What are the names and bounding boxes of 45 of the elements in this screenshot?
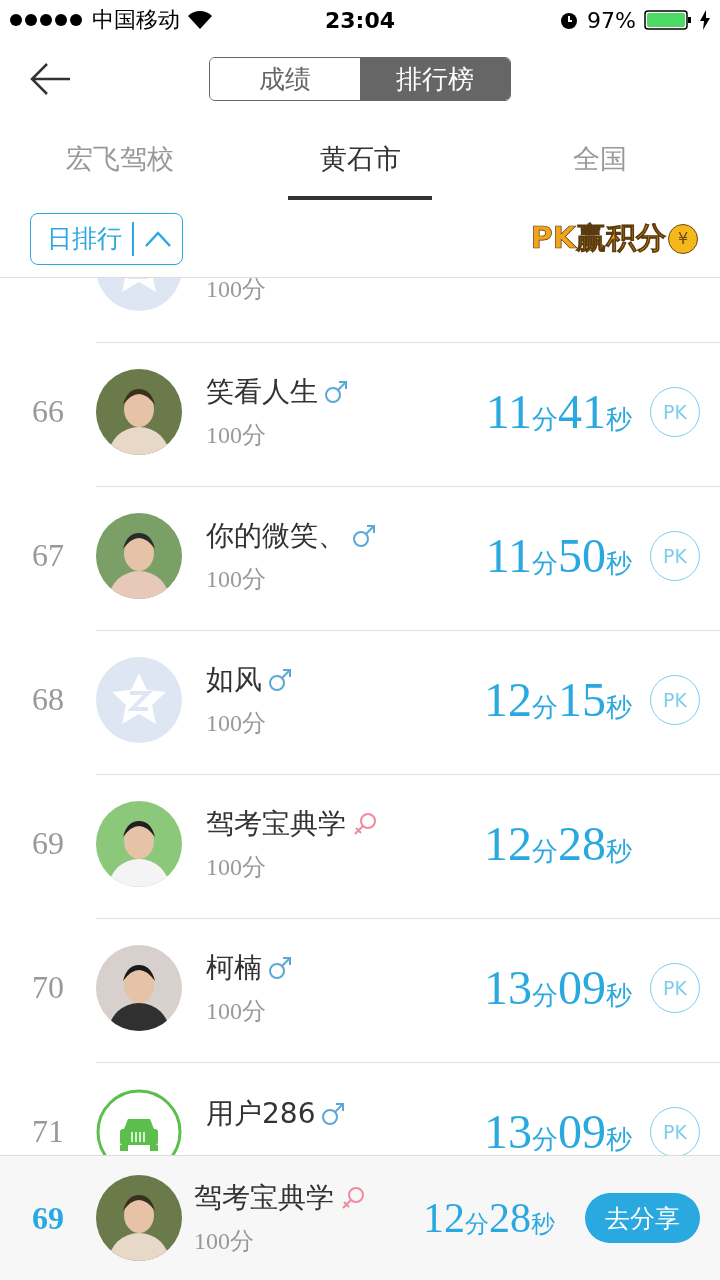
time: 12分28秒 [484,816,632,871]
share-button[interactable]: 去分享 [585,1193,700,1243]
user-name: 柯楠 [206,949,262,986]
segment-tab[interactable]: 排行榜 [360,58,510,100]
rank-number: 68 [31,681,65,718]
my-rank: 69 [31,1199,65,1237]
score: 100分 [206,708,267,738]
time: 13分09秒 [484,960,632,1015]
user-name: 驾考宝典学 [194,1180,334,1216]
user-name: 笑看人生 [206,373,318,410]
rank-number: 71 [31,1113,65,1150]
score: 100分 [194,1227,255,1256]
time: 12分28秒 [423,1194,555,1242]
tab[interactable]: 全国 [480,118,720,200]
pk-points-banner[interactable]: PK赢积分 [530,218,666,259]
time: 12分15秒 [484,672,632,727]
score: 100分 [206,996,267,1026]
score: 100分 [206,420,267,450]
tab[interactable]: 宏飞驾校 [0,118,240,200]
user-name: 如风 [206,661,262,698]
back-arrow-icon[interactable] [30,62,72,96]
score: 100分 [206,852,267,882]
score: 100分 [206,564,267,594]
user-name: 驾考宝典学 [206,805,346,842]
rank-number: 67 [31,537,65,574]
wifi-icon [188,11,212,29]
score: 100分 [206,278,267,304]
user-name: 你的微笑、 [206,517,346,554]
coin-icon: ¥ [668,223,698,254]
battery-percent: 97% [587,7,636,33]
filter-dropdown[interactable]: 日排行 [30,212,183,265]
rank-number: 66 [31,393,65,430]
alarm-icon [559,10,580,30]
rank-number: 70 [31,969,65,1006]
battery-icon [644,10,692,30]
charging-icon [700,10,710,30]
signal-icon [10,14,84,26]
carrier-name: 中国移动 [92,6,180,34]
time: 11分41秒 [485,384,632,439]
user-name: 用户286 [206,1095,316,1132]
clock-time: 23:04 [325,7,395,33]
time: 11分50秒 [485,528,632,583]
tab[interactable]: 黄石市 [288,118,432,200]
time: 13分09秒 [484,1104,632,1159]
rank-number: 69 [31,825,65,862]
